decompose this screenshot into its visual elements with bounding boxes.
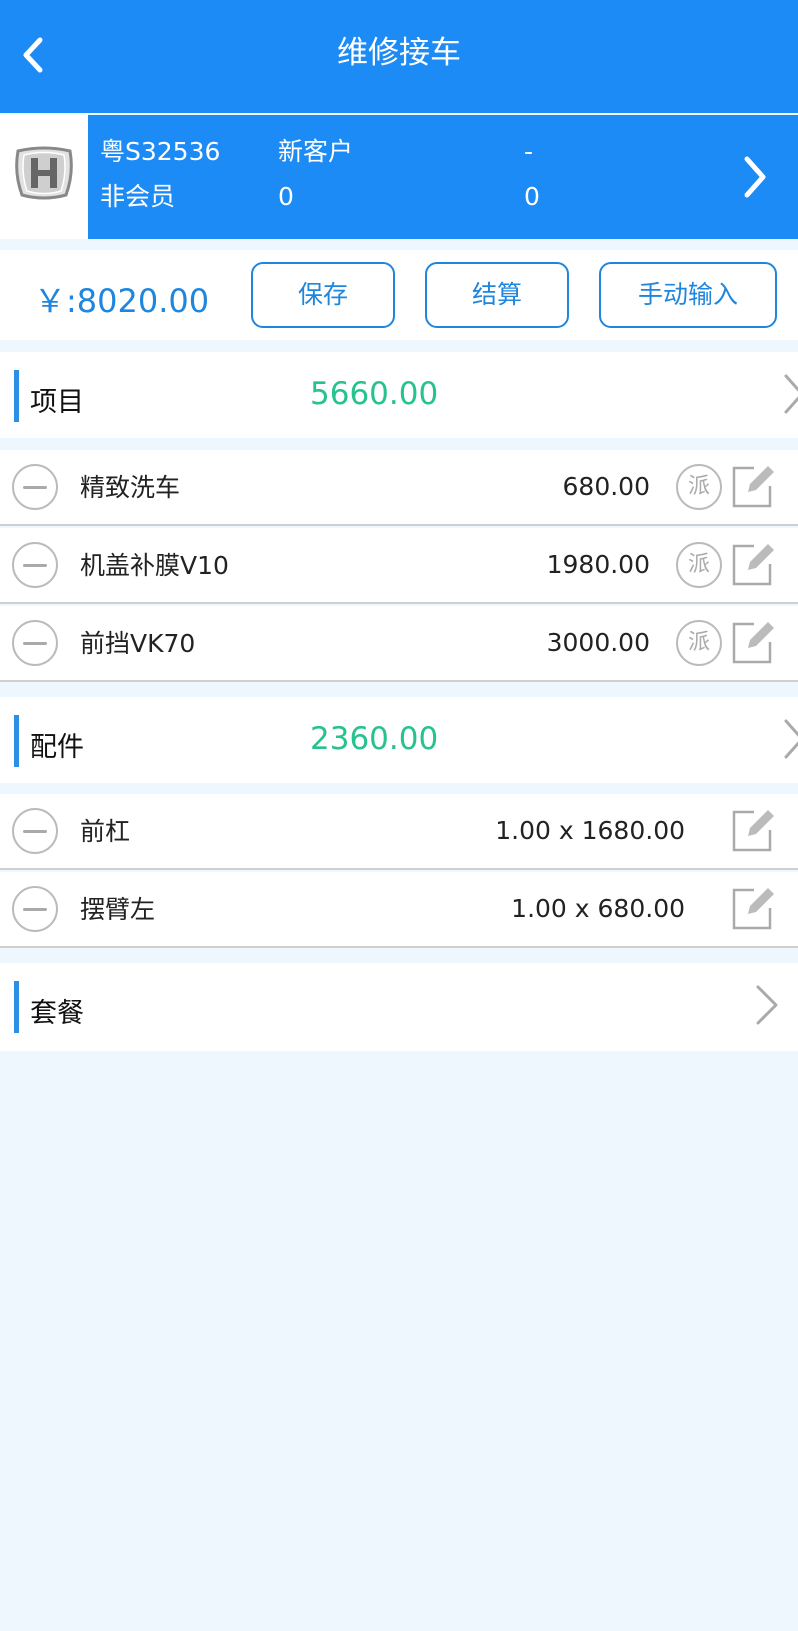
part-row: 摆臂左 1.00 x 680.00: [0, 872, 798, 948]
edit-icon: [732, 622, 774, 664]
parts-label: 配件: [30, 732, 84, 763]
page-title: 维修接车: [337, 35, 461, 71]
total-amount: ￥:8020.00: [34, 282, 210, 320]
chevron-right-icon: [756, 985, 778, 1025]
edit-item-button[interactable]: [728, 884, 776, 936]
part-qty-price: 1.00 x 680.00: [511, 894, 685, 923]
edit-icon: [732, 810, 774, 852]
part-name: 摆臂左: [80, 895, 156, 924]
remove-item-icon[interactable]: [12, 808, 58, 854]
projects-expand-arrow[interactable]: [778, 372, 798, 420]
packages-section-header[interactable]: 套餐: [0, 963, 798, 1051]
top-bar: 维修接车: [0, 0, 798, 113]
parts-expand-arrow[interactable]: [778, 717, 798, 765]
packages-label: 套餐: [30, 998, 84, 1029]
edit-item-button[interactable]: [728, 462, 776, 514]
vehicle-detail-arrow[interactable]: [742, 155, 768, 203]
customer-type: 新客户: [278, 137, 354, 166]
edit-item-button[interactable]: [728, 806, 776, 858]
remove-item-icon[interactable]: [12, 620, 58, 666]
section-accent-bar: [14, 981, 19, 1033]
plate-number: 粤S32536: [100, 137, 221, 166]
edit-icon: [732, 466, 774, 508]
edit-icon: [732, 544, 774, 586]
car-brand-logo: [0, 115, 88, 239]
project-price: 3000.00: [546, 628, 650, 657]
project-name: 前挡VK70: [80, 629, 196, 658]
parts-section-header[interactable]: 配件 2360.00: [0, 697, 798, 783]
edit-icon: [732, 888, 774, 930]
remove-item-icon[interactable]: [12, 886, 58, 932]
section-accent-bar: [14, 715, 19, 767]
vehicle-field-dash: -: [524, 137, 534, 166]
project-row: 前挡VK70 3000.00 派: [0, 606, 798, 682]
chevron-right-icon: [784, 719, 798, 759]
part-row: 前杠 1.00 x 1680.00: [0, 794, 798, 870]
project-price: 1980.00: [546, 550, 650, 579]
chevron-right-icon: [784, 374, 798, 414]
manual-input-button[interactable]: 手动输入: [599, 262, 777, 328]
remove-item-icon[interactable]: [12, 542, 58, 588]
projects-amount: 5660.00: [310, 376, 439, 412]
projects-label: 项目: [30, 387, 84, 418]
dispatch-button[interactable]: 派: [676, 542, 722, 588]
packages-expand-arrow[interactable]: [754, 983, 780, 1031]
save-button[interactable]: 保存: [251, 262, 395, 328]
section-accent-bar: [14, 370, 19, 422]
project-name: 精致洗车: [80, 473, 181, 502]
project-name: 机盖补膜V10: [80, 551, 229, 580]
remove-item-icon[interactable]: [12, 464, 58, 510]
action-bar: ￥:8020.00 保存 结算 手动输入: [0, 250, 798, 340]
project-price: 680.00: [562, 472, 650, 501]
honda-logo-icon: [15, 146, 73, 200]
project-row: 机盖补膜V10 1980.00 派: [0, 528, 798, 604]
dispatch-button[interactable]: 派: [676, 620, 722, 666]
edit-item-button[interactable]: [728, 540, 776, 592]
parts-amount: 2360.00: [310, 721, 439, 757]
dispatch-button[interactable]: 派: [676, 464, 722, 510]
project-row: 精致洗车 680.00 派: [0, 450, 798, 526]
vehicle-info-card[interactable]: 粤S32536 新客户 - 非会员 0 0: [0, 115, 798, 239]
chevron-right-icon: [744, 156, 766, 198]
vehicle-count-a: 0: [278, 182, 294, 211]
projects-section-header[interactable]: 项目 5660.00: [0, 352, 798, 438]
edit-item-button[interactable]: [728, 618, 776, 670]
part-name: 前杠: [80, 817, 131, 846]
member-status: 非会员: [100, 182, 176, 211]
vehicle-count-b: 0: [524, 182, 540, 211]
part-qty-price: 1.00 x 1680.00: [495, 816, 685, 845]
settle-button[interactable]: 结算: [425, 262, 569, 328]
